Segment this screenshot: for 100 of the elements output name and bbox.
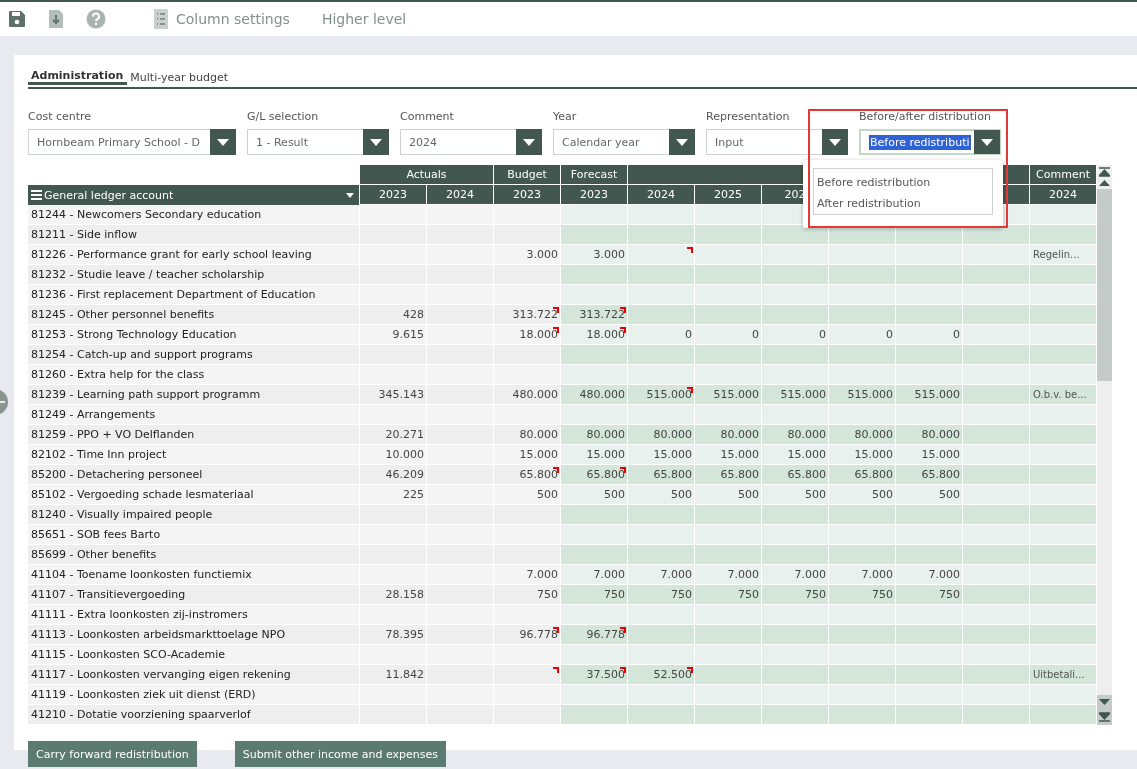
table-cell: 15.000	[762, 445, 829, 465]
year-header: 2025	[695, 185, 762, 205]
year-header: 2024	[628, 185, 695, 205]
select-field[interactable]: Input	[706, 129, 848, 155]
action-button[interactable]: Carry forward redistribution	[28, 741, 197, 767]
table-cell: 9.615	[360, 325, 427, 345]
table-cell: 80.000	[494, 425, 561, 445]
column-header[interactable]: General ledger account	[28, 185, 360, 205]
table-cell: 7.000	[896, 565, 963, 585]
table-cell: 18.000	[494, 325, 561, 345]
account-cell: 41119 - Loonkosten ziek uit dienst (ERD)	[28, 685, 360, 705]
table-cell: 750	[829, 585, 896, 605]
table-cell: 15.000	[628, 445, 695, 465]
table-cell: 65.800	[494, 465, 561, 485]
table-cell: 28.158	[360, 585, 427, 605]
select-field[interactable]: Hornbeam Primary School - D	[28, 129, 236, 155]
table-cell: 65.800	[762, 465, 829, 485]
table-cell: 515.000	[762, 385, 829, 405]
table-cell: 515.000	[628, 385, 695, 405]
table-cell: 20.271	[360, 425, 427, 445]
table-cell: 52.500	[628, 665, 695, 685]
year-header: 2023	[561, 185, 628, 205]
table-cell: 80.000	[829, 425, 896, 445]
account-cell: 41104 - Toename loonkosten functiemix	[28, 565, 360, 585]
tab[interactable]: Administration	[28, 67, 128, 85]
column-group-header: Budget	[494, 165, 561, 185]
filter-label: G/L selection	[247, 110, 320, 123]
table-cell: 80.000	[628, 425, 695, 445]
table-cell: 15.000	[695, 445, 762, 465]
table-cell: 46.209	[360, 465, 427, 485]
table-cell: 428	[360, 305, 427, 325]
table-cell: 750	[561, 585, 628, 605]
table-cell: 80.000	[561, 425, 628, 445]
account-cell: 41107 - Transitievergoeding	[28, 585, 360, 605]
table-cell: 80.000	[896, 425, 963, 445]
table-cell: 3.000	[561, 245, 628, 265]
select-field[interactable]: Before redistributi	[859, 129, 1001, 155]
year-header: 2023	[360, 185, 427, 205]
table-cell: 750	[896, 585, 963, 605]
table-cell: 7.000	[561, 565, 628, 585]
account-cell: 85651 - SOB fees Barto	[28, 525, 360, 545]
table-cell: 7.000	[628, 565, 695, 585]
account-cell: 81239 - Learning path support programm	[28, 385, 360, 405]
account-cell: 82102 - Time Inn project	[28, 445, 360, 465]
account-cell: 81259 - PPO + VO Delflanden	[28, 425, 360, 445]
account-cell: 81253 - Strong Technology Education	[28, 325, 360, 345]
table-cell: 0	[695, 325, 762, 345]
select-field[interactable]: 2024	[400, 129, 542, 155]
table-cell: 0	[762, 325, 829, 345]
filter-label: Year	[553, 110, 578, 123]
table-cell: Uitbetali...	[1030, 665, 1097, 685]
tab[interactable]: Multi-year budget	[127, 67, 232, 85]
account-cell: 81260 - Extra help for the class	[28, 365, 360, 385]
column-group-header: Comment	[1030, 165, 1097, 185]
table-cell: 750	[762, 585, 829, 605]
account-cell: 41111 - Extra loonkosten zij-instromers	[28, 605, 360, 625]
table-cell: 515.000	[896, 385, 963, 405]
year-header: 2024	[1030, 185, 1097, 205]
table-cell: 500	[628, 485, 695, 505]
table-cell: 15.000	[494, 445, 561, 465]
table-cell: 7.000	[762, 565, 829, 585]
table-cell: 750	[628, 585, 695, 605]
table-cell: 480.000	[494, 385, 561, 405]
account-cell: 81236 - First replacement Department of Education	[28, 285, 360, 305]
table-cell: 500	[695, 485, 762, 505]
select-field[interactable]: Calendar year	[553, 129, 695, 155]
year-header: 2023	[494, 185, 561, 205]
filter-label: Before/after distribution	[859, 110, 992, 123]
table-cell: 65.800	[695, 465, 762, 485]
account-cell: 81232 - Studie leave / teacher scholarship	[28, 265, 360, 285]
account-cell: 81245 - Other personnel benefits	[28, 305, 360, 325]
table-cell: 15.000	[829, 445, 896, 465]
column-settings-button[interactable]: Column settings	[154, 9, 290, 29]
table-cell: 225	[360, 485, 427, 505]
table-cell: 0	[628, 325, 695, 345]
account-cell: 81244 - Newcomers Secondary education	[28, 205, 360, 225]
table-cell: 345.143	[360, 385, 427, 405]
account-cell: 81226 - Performance grant for early school leaving	[28, 245, 360, 265]
select-field[interactable]: 1 - Result	[247, 129, 389, 155]
table-cell: 500	[494, 485, 561, 505]
account-cell: 81240 - Visually impaired people	[28, 505, 360, 525]
table-cell: O.b.v. be...	[1030, 385, 1097, 405]
column-group-header: Forecast	[561, 165, 628, 185]
column-group-header: Actuals	[360, 165, 494, 185]
table-cell: 480.000	[561, 385, 628, 405]
table-cell: 11.842	[360, 665, 427, 685]
table-cell: 65.800	[561, 465, 628, 485]
table-cell: 0	[896, 325, 963, 345]
action-button[interactable]: Submit other income and expenses	[234, 741, 447, 767]
table-cell: 500	[762, 485, 829, 505]
account-cell: 41117 - Loonkosten vervanging eigen rekening	[28, 665, 360, 685]
table-cell: 500	[561, 485, 628, 505]
table-cell: 7.000	[695, 565, 762, 585]
table-cell: 96.778	[494, 625, 561, 645]
table-cell: 3.000	[494, 245, 561, 265]
table-cell: 500	[896, 485, 963, 505]
table-cell: 10.000	[360, 445, 427, 465]
account-cell: 81211 - Side inflow	[28, 225, 360, 245]
higher-level-button[interactable]: Higher level	[321, 11, 407, 27]
account-cell: 81254 - Catch-up and support programs	[28, 345, 360, 365]
